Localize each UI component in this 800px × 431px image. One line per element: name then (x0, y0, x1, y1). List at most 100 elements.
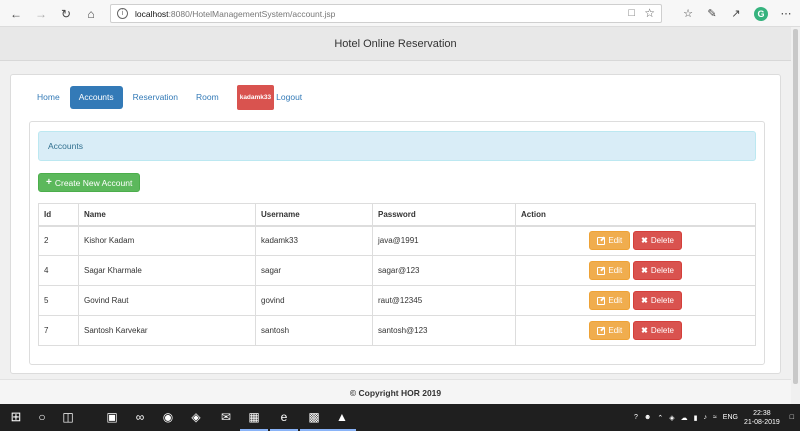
create-account-button[interactable]: + Create New Account (38, 173, 141, 192)
accounts-section: Accounts + Create New Account Id Name Us… (29, 121, 765, 365)
delete-label: Delete (650, 266, 674, 275)
cell-name: Santosh Karvekar (78, 315, 256, 346)
address-bar[interactable]: i localhost:8080/HotelManagementSystem/a… (110, 4, 662, 23)
show-hidden-icon[interactable]: ⌃ (657, 414, 663, 422)
battery-icon[interactable]: ▮ (694, 414, 698, 422)
table-row: 7 Santosh Karvekar santosh santosh@123 E… (38, 315, 756, 346)
edit-button[interactable]: Edit (589, 261, 631, 280)
col-password: Password (372, 203, 516, 227)
edit-label: Edit (608, 296, 623, 305)
file-explorer-icon[interactable]: ▦ (240, 409, 268, 431)
cell-name: Sagar Kharmale (78, 255, 256, 286)
cell-password: santosh@123 (372, 315, 516, 346)
page-viewport: Hotel Online Reservation Home Accounts R… (0, 27, 791, 404)
nav-accounts[interactable]: Accounts (69, 85, 123, 109)
forward-icon[interactable]: → (33, 6, 49, 22)
favorites-icon[interactable]: ☆ (680, 6, 696, 22)
mail-icon[interactable]: ✉ (218, 409, 234, 425)
site-title: Hotel Online Reservation (334, 37, 457, 50)
page-footer: © Copyright HOR 2019 (0, 379, 791, 404)
people-icon[interactable]: ☻ (644, 414, 651, 421)
delete-button[interactable]: ✖ Delete (633, 261, 682, 280)
delete-icon: ✖ (641, 266, 648, 275)
edit-button[interactable]: Edit (589, 231, 631, 251)
clock-date: 21-08-2019 (743, 418, 780, 426)
cell-action: Edit ✖ Delete (515, 255, 756, 286)
wifi-icon[interactable]: ≈ (713, 414, 717, 421)
chrome-icon[interactable]: ◉ (160, 409, 176, 425)
nav-reservation[interactable]: Reservation (125, 86, 186, 109)
dropbox-tray-icon[interactable]: ◈ (669, 414, 674, 422)
delete-icon: ✖ (641, 236, 648, 246)
cell-username: govind (255, 285, 373, 316)
system-tray: ? ☻ ⌃ ◈ ☁ ▮ ♪ ≈ ENG 22:38 21-08-2019 □ (634, 404, 800, 431)
col-action: Action (515, 203, 756, 227)
back-icon[interactable]: ← (8, 6, 24, 22)
edit-label: Edit (608, 236, 623, 246)
clock-time: 22:38 (753, 409, 771, 417)
share-icon[interactable]: ↗ (728, 6, 744, 22)
clock[interactable]: 22:38 21-08-2019 (744, 409, 780, 427)
plus-icon: + (46, 177, 52, 188)
dropbox-icon[interactable]: ◈ (188, 409, 204, 425)
cell-name: Kishor Kadam (78, 225, 256, 256)
infinity-app-icon[interactable]: ∞ (132, 409, 148, 425)
create-account-label: Create New Account (54, 177, 133, 188)
delete-label: Delete (650, 296, 674, 305)
nav-pills: Home Accounts Reservation Room kadamk33 L… (29, 84, 312, 110)
page-scrollbar[interactable] (791, 27, 800, 404)
notifications-icon[interactable]: □ (790, 414, 794, 421)
url-text: localhost:8080/HotelManagementSystem/acc… (135, 9, 335, 19)
edit-button[interactable]: Edit (589, 321, 631, 340)
edit-button[interactable]: Edit (589, 291, 631, 310)
table-row: 2 Kishor Kadam kadamk33 java@1991 Edit ✖ D… (38, 225, 756, 256)
favorite-star-icon[interactable]: ☆ (644, 6, 655, 20)
nav-room[interactable]: Room (188, 86, 227, 109)
language-indicator[interactable]: ENG (723, 414, 738, 421)
edit-icon (597, 266, 606, 275)
task-view-icon[interactable]: ◫ (60, 409, 76, 425)
cell-username: kadamk33 (255, 225, 373, 256)
cell-password: sagar@123 (372, 255, 516, 286)
nav-home[interactable]: Home (29, 86, 68, 109)
app-icon[interactable]: ▲ (328, 409, 356, 431)
grammarly-icon[interactable]: G (754, 7, 768, 21)
terminal-icon[interactable]: ▩ (300, 409, 328, 431)
cell-username: sagar (255, 255, 373, 286)
home-icon[interactable]: ⌂ (83, 6, 99, 22)
edit-icon (597, 236, 606, 245)
col-id: Id (38, 203, 79, 227)
cell-password: raut@12345 (372, 285, 516, 316)
windows-start-icon[interactable]: ⊞ (8, 409, 24, 425)
table-row: 4 Sagar Kharmale sagar sagar@123 Edit ✖ De… (38, 255, 756, 286)
delete-button[interactable]: ✖ Delete (633, 321, 682, 340)
logout-label: Logout (276, 91, 303, 102)
cell-id: 4 (38, 255, 79, 286)
table-header-row: Id Name Username Password Action (38, 203, 756, 227)
info-icon[interactable]: i (117, 8, 128, 19)
pen-icon[interactable]: ✎ (704, 6, 720, 22)
volume-icon[interactable]: ♪ (703, 414, 707, 421)
scrollbar-thumb[interactable] (793, 29, 798, 384)
search-icon[interactable]: ○ (34, 409, 50, 425)
cell-action: Edit ✖ Delete (515, 285, 756, 316)
browser-toolbar: ← → ↻ ⌂ i localhost:8080/HotelManagement… (0, 0, 800, 27)
refresh-icon[interactable]: ↻ (58, 6, 74, 22)
cloud-icon[interactable]: ☁ (681, 414, 688, 422)
delete-button[interactable]: ✖ Delete (633, 231, 682, 251)
cell-id: 2 (38, 225, 79, 256)
store-icon[interactable]: ▣ (104, 409, 120, 425)
accounts-table: Id Name Username Password Action 2 Kisho… (38, 203, 756, 346)
edge-icon[interactable]: e (270, 409, 298, 431)
main-panel: Home Accounts Reservation Room kadamk33 L… (10, 74, 781, 374)
nav-logout[interactable]: kadamk33 Logout (229, 84, 310, 110)
delete-button[interactable]: ✖ Delete (633, 291, 682, 310)
help-icon[interactable]: ? (634, 414, 638, 421)
delete-label: Delete (650, 236, 674, 246)
site-header: Hotel Online Reservation (0, 27, 791, 61)
delete-icon: ✖ (641, 296, 648, 305)
col-username: Username (255, 203, 373, 227)
reading-view-icon[interactable]: □ (628, 7, 635, 19)
user-badge: kadamk33 (236, 84, 275, 110)
more-icon[interactable]: ⋯ (778, 6, 794, 22)
